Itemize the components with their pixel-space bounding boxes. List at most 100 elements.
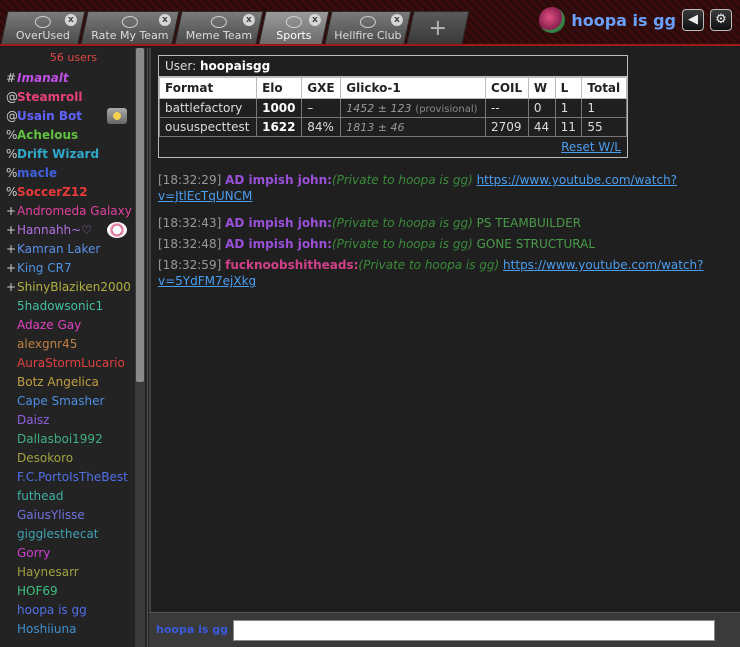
user-name[interactable]: Adaze Gay	[17, 318, 81, 332]
close-icon[interactable]: x	[64, 14, 77, 26]
user-name[interactable]: alexgnr45	[17, 337, 77, 351]
user-name[interactable]: HOF69	[17, 584, 58, 598]
user-name[interactable]: macle	[17, 166, 57, 180]
userlist-item[interactable]: Desokoro	[0, 449, 147, 468]
message-speaker[interactable]: AD impish john:	[225, 173, 332, 187]
close-icon[interactable]: x	[308, 14, 321, 26]
tab-hellfire-club[interactable]: x Hellfire Club	[324, 11, 412, 44]
userlist-item[interactable]: alexgnr45	[0, 335, 147, 354]
close-icon[interactable]: x	[390, 14, 403, 26]
userlist-item[interactable]: Haynesarr	[0, 563, 147, 582]
userlist-item[interactable]: Daisz	[0, 411, 147, 430]
userlist-item[interactable]: Hoshiiuna	[0, 620, 147, 639]
user-rank: +	[6, 204, 17, 218]
user-name[interactable]: Imanalt	[17, 71, 69, 85]
tab-sports[interactable]: x Sports	[258, 11, 330, 44]
userlist-item[interactable]: +ShinyBlaziken2000	[0, 278, 147, 297]
user-name[interactable]: Usain Bot	[17, 109, 82, 123]
private-label: (Private to hoopa is gg)	[331, 216, 473, 230]
glicko-value: 1452 ± 123	[346, 102, 412, 115]
message-speaker[interactable]: AD impish john:	[225, 237, 332, 251]
userlist-item[interactable]: @Usain Bot	[0, 107, 147, 126]
userlist-item[interactable]: %SoccerZ12	[0, 183, 147, 202]
header-username[interactable]: hoopa is gg	[571, 11, 676, 30]
user-name[interactable]: Achelous	[17, 128, 78, 142]
avatar[interactable]	[539, 7, 566, 33]
userlist-item[interactable]: 5hadowsonic1	[0, 297, 147, 316]
user-name[interactable]: Steamroll	[17, 90, 83, 104]
user-name[interactable]: futhead	[17, 489, 64, 503]
user-name[interactable]: Kamran Laker	[17, 242, 100, 256]
speaker-icon: ◀	[688, 12, 698, 27]
message-speaker[interactable]: fucknoobshitheads:	[225, 258, 358, 272]
sound-button[interactable]: ◀	[682, 9, 704, 31]
userlist-item[interactable]: @Steamroll	[0, 88, 147, 107]
userlist-item[interactable]: %macle	[0, 164, 147, 183]
userlist-item[interactable]: HOF69	[0, 582, 147, 601]
chat-input-bar: hoopa is gg	[149, 612, 740, 647]
user-name[interactable]: Andromeda Galaxy	[17, 204, 132, 218]
userlist-item[interactable]: Dallasboi1992	[0, 430, 147, 449]
tab-meme-team[interactable]: x Meme Team	[174, 11, 264, 44]
userlist-item[interactable]: Botz Angelica	[0, 373, 147, 392]
user-name[interactable]: Drift Wizard	[17, 147, 99, 161]
stats-coil-cell: 2709	[485, 117, 529, 137]
user-name[interactable]: GaiusYlisse	[17, 508, 85, 522]
message-speaker[interactable]: AD impish john:	[225, 216, 332, 230]
gear-icon: ⚙	[715, 12, 727, 27]
user-name[interactable]: Daisz	[17, 413, 49, 427]
user-rank: @	[6, 90, 18, 104]
tab-label: Sports	[276, 29, 312, 42]
user-name[interactable]: King CR7	[17, 261, 72, 275]
user-name[interactable]: Gorry	[17, 546, 50, 560]
tab-overused[interactable]: x OverUsed	[0, 11, 86, 44]
userlist-item[interactable]: hoopa is gg	[0, 601, 147, 620]
stats-column-header: W	[527, 77, 556, 99]
userlist-item[interactable]: +Kamran Laker	[0, 240, 147, 259]
stats-wins-cell: 0	[527, 98, 556, 118]
tab-rate-my-team[interactable]: x Rate My Team	[80, 11, 180, 44]
userlist-item[interactable]: +King CR7	[0, 259, 147, 278]
userlist-item[interactable]: Cape Smasher	[0, 392, 147, 411]
userlist-item[interactable]: %Achelous	[0, 126, 147, 145]
user-name[interactable]: ShinyBlaziken2000	[17, 280, 131, 294]
user-name[interactable]: Haynesarr	[17, 565, 79, 579]
user-name[interactable]: SoccerZ12	[17, 185, 88, 199]
scrollbar-thumb[interactable]	[136, 48, 144, 382]
user-rank: +	[6, 223, 17, 237]
userlist-item[interactable]: Adaze Gay	[0, 316, 147, 335]
close-icon[interactable]: x	[242, 14, 255, 26]
user-name[interactable]: AuraStormLucario	[17, 356, 125, 370]
userlist-item[interactable]: gigglesthecat	[0, 525, 147, 544]
user-count: 56 users	[49, 51, 98, 64]
input-username: hoopa is gg	[156, 623, 228, 636]
userlist-item[interactable]: F.C.PortoIsTheBest	[0, 468, 147, 487]
chat-bubble-icon	[285, 16, 302, 28]
user-name[interactable]: 5hadowsonic1	[17, 299, 103, 313]
user-name[interactable]: Hannahh~♡	[17, 223, 92, 237]
chat-input[interactable]	[233, 620, 715, 641]
user-name[interactable]: Cape Smasher	[17, 394, 104, 408]
userlist-item[interactable]: %Drift Wizard	[0, 145, 147, 164]
userlist-scrollbar[interactable]	[135, 48, 145, 647]
userlist-item[interactable]: #Imanalt	[0, 69, 147, 88]
settings-button[interactable]: ⚙	[710, 9, 732, 31]
user-name[interactable]: F.C.PortoIsTheBest	[17, 470, 128, 484]
user-name[interactable]: Hoshiiuna	[17, 622, 76, 636]
userlist-item[interactable]: AuraStormLucario	[0, 354, 147, 373]
tab-label: OverUsed	[15, 29, 70, 42]
userlist-item[interactable]: futhead	[0, 487, 147, 506]
user-name[interactable]: gigglesthecat	[17, 527, 99, 541]
user-name[interactable]: hoopa is gg	[17, 603, 87, 617]
userlist-item[interactable]: +Andromeda Galaxy	[0, 202, 147, 221]
user-name[interactable]: Desokoro	[17, 451, 73, 465]
reset-wl-link[interactable]: Reset W/L	[561, 140, 621, 154]
user-name[interactable]: Dallasboi1992	[17, 432, 103, 446]
message-timestamp: [18:32:43]	[158, 216, 222, 230]
userlist-item[interactable]: Gorry	[0, 544, 147, 563]
userlist-item[interactable]: +Hannahh~♡	[0, 221, 147, 240]
close-icon[interactable]: x	[158, 14, 171, 26]
userlist-item[interactable]: GaiusYlisse	[0, 506, 147, 525]
add-tab-button[interactable]: +	[406, 11, 470, 44]
user-name[interactable]: Botz Angelica	[17, 375, 99, 389]
